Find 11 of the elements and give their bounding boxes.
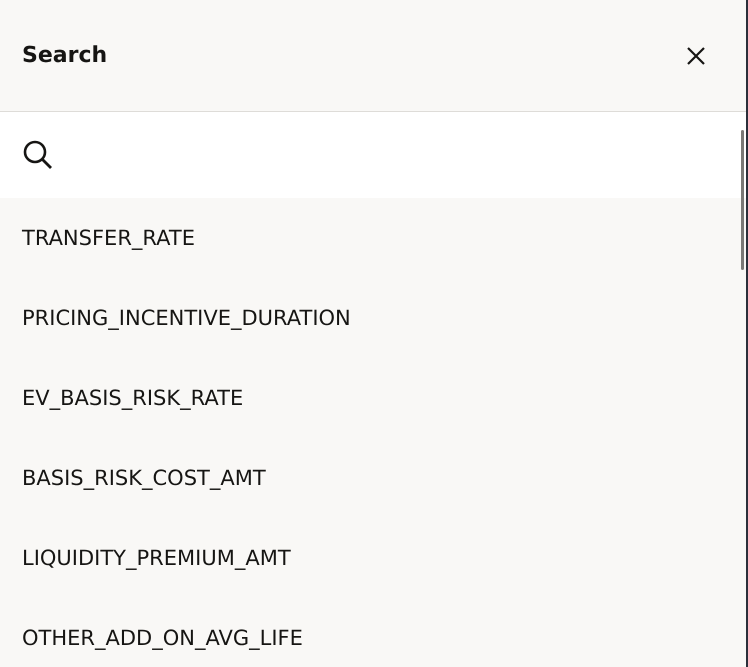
close-icon <box>686 46 706 66</box>
dialog-title: Search <box>22 43 108 68</box>
result-item[interactable]: PRICING_INCENTIVE_DURATION <box>0 278 748 358</box>
result-item[interactable]: EV_BASIS_RISK_RATE <box>0 358 748 438</box>
result-item[interactable]: TRANSFER_RATE <box>0 198 748 278</box>
search-field[interactable] <box>0 112 748 198</box>
scrollbar-thumb[interactable] <box>741 130 744 270</box>
result-item[interactable]: BASIS_RISK_COST_AMT <box>0 438 748 518</box>
result-item[interactable]: OTHER_ADD_ON_AVG_LIFE <box>0 598 748 667</box>
result-item[interactable]: LIQUIDITY_PREMIUM_AMT <box>0 518 748 598</box>
search-icon <box>22 139 54 171</box>
